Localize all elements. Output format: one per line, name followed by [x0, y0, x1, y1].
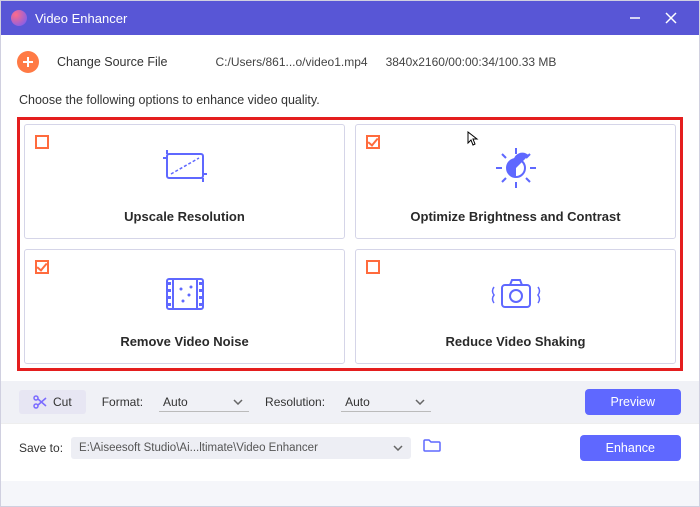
save-bar: Save to: E:\Aiseesoft Studio\Ai...ltimat…: [1, 423, 699, 471]
save-path: E:\Aiseesoft Studio\Ai...ltimate\Video E…: [79, 442, 318, 454]
option-label: Optimize Brightness and Contrast: [410, 209, 620, 224]
checkbox-icon[interactable]: [35, 135, 49, 149]
format-label: Format:: [102, 395, 143, 409]
options-highlight: Upscale Resolution Optimize Brightness a…: [17, 117, 683, 371]
browse-folder-button[interactable]: [419, 434, 445, 461]
option-optimize-brightness[interactable]: Optimize Brightness and Contrast: [355, 124, 676, 239]
cut-label: Cut: [53, 395, 72, 409]
monitor-icon: [161, 150, 209, 195]
add-source-button[interactable]: [17, 51, 39, 73]
resolution-value: Auto: [345, 395, 370, 409]
checkbox-icon[interactable]: [35, 260, 49, 274]
close-button[interactable]: [653, 1, 689, 35]
window-title: Video Enhancer: [35, 11, 617, 26]
options-grid: Upscale Resolution Optimize Brightness a…: [24, 124, 676, 364]
chevron-down-icon: [233, 399, 243, 405]
chevron-down-icon: [415, 399, 425, 405]
scissors-icon: [33, 395, 47, 409]
film-icon: [161, 273, 209, 320]
resolution-dropdown[interactable]: Auto: [341, 393, 431, 412]
brightness-icon: [489, 146, 543, 195]
change-source-label[interactable]: Change Source File: [57, 55, 167, 69]
instruction-text: Choose the following options to enhance …: [17, 87, 683, 117]
checkbox-icon[interactable]: [366, 135, 380, 149]
folder-icon: [423, 438, 441, 452]
minimize-button[interactable]: [617, 1, 653, 35]
format-dropdown[interactable]: Auto: [159, 393, 249, 412]
source-path: C:/Users/861...o/video1.mp4: [215, 55, 367, 69]
chevron-down-icon: [393, 445, 403, 451]
option-label: Reduce Video Shaking: [446, 334, 586, 349]
option-label: Upscale Resolution: [124, 209, 245, 224]
source-stats: 3840x2160/00:00:34/100.33 MB: [386, 55, 557, 69]
option-remove-noise[interactable]: Remove Video Noise: [24, 249, 345, 364]
option-label: Remove Video Noise: [120, 334, 248, 349]
enhance-button[interactable]: Enhance: [580, 435, 681, 461]
preview-button[interactable]: Preview: [585, 389, 681, 415]
cut-button[interactable]: Cut: [19, 390, 86, 414]
save-path-dropdown[interactable]: E:\Aiseesoft Studio\Ai...ltimate\Video E…: [71, 437, 411, 459]
plus-icon: [22, 56, 34, 68]
resolution-label: Resolution:: [265, 395, 325, 409]
format-value: Auto: [163, 395, 188, 409]
option-upscale-resolution[interactable]: Upscale Resolution: [24, 124, 345, 239]
toolbar: Cut Format: Auto Resolution: Auto Previe…: [1, 381, 699, 423]
option-reduce-shaking[interactable]: Reduce Video Shaking: [355, 249, 676, 364]
saveto-label: Save to:: [19, 441, 63, 455]
source-bar: Change Source File C:/Users/861...o/vide…: [17, 47, 683, 87]
checkbox-icon[interactable]: [366, 260, 380, 274]
camera-shake-icon: [488, 273, 544, 320]
titlebar: Video Enhancer: [1, 1, 699, 35]
app-icon: [11, 10, 27, 26]
